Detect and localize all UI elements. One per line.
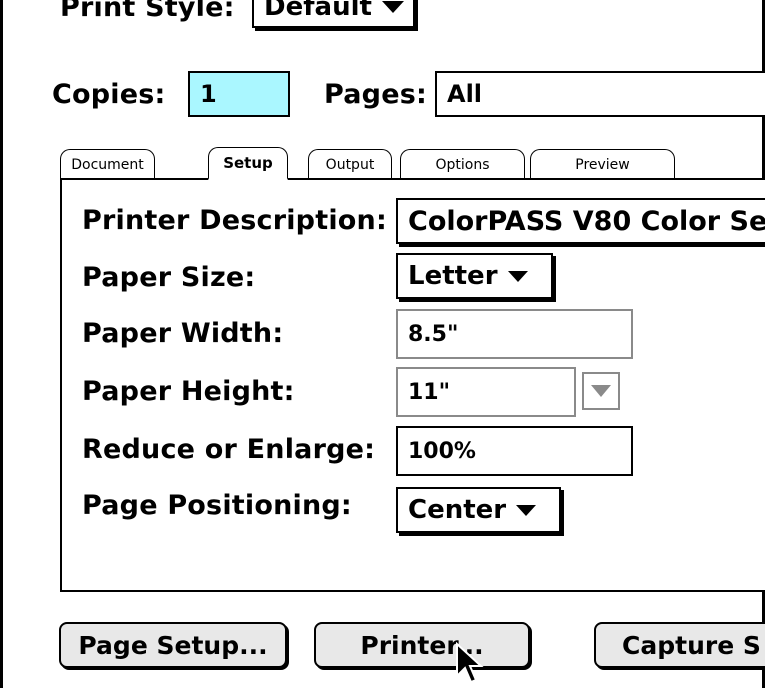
tab-document[interactable]: Document: [60, 149, 155, 180]
chevron-down-icon: [381, 1, 404, 13]
page-setup-button[interactable]: Page Setup...: [59, 622, 287, 668]
print-style-value: Default: [264, 0, 372, 22]
pages-field[interactable]: All: [435, 71, 765, 117]
print-style-popup[interactable]: Default: [252, 0, 415, 28]
paper-height-label: Paper Height:: [82, 376, 295, 407]
copies-label: Copies:: [52, 79, 166, 110]
copies-field[interactable]: 1: [188, 71, 290, 117]
paper-width-label: Paper Width:: [82, 318, 284, 349]
reduce-or-enlarge-label: Reduce or Enlarge:: [82, 434, 376, 465]
page-positioning-popup[interactable]: Center: [396, 487, 561, 533]
printer-description-popup[interactable]: ColorPASS V80 Color Ser: [396, 198, 765, 244]
tab-preview[interactable]: Preview: [530, 149, 675, 180]
chevron-down-icon: [591, 385, 611, 397]
chevron-down-icon: [516, 504, 537, 516]
reduce-or-enlarge-field[interactable]: 100%: [396, 426, 633, 476]
printer-description-label: Printer Description:: [82, 205, 387, 236]
capture-settings-button[interactable]: Capture S: [594, 622, 765, 668]
tab-bar: Document Setup Output Options Preview: [60, 145, 765, 180]
pages-label: Pages:: [324, 79, 427, 110]
window-left-border: [0, 0, 3, 688]
chevron-down-icon: [507, 270, 528, 282]
paper-size-popup[interactable]: Letter: [396, 253, 553, 299]
page-positioning-label: Page Positioning:: [82, 490, 352, 521]
page-positioning-value: Center: [408, 495, 507, 525]
mouse-pointer-icon: [456, 642, 484, 684]
tab-options[interactable]: Options: [400, 149, 525, 180]
paper-height-field[interactable]: 11": [396, 367, 576, 417]
print-style-label: Print Style:: [60, 0, 235, 23]
tab-setup[interactable]: Setup: [208, 147, 288, 180]
paper-width-field[interactable]: 8.5": [396, 309, 633, 359]
paper-size-label: Paper Size:: [82, 262, 256, 293]
tab-output[interactable]: Output: [308, 149, 392, 180]
paper-size-value: Letter: [408, 261, 498, 291]
printer-button[interactable]: Printer...: [314, 622, 530, 668]
paper-height-menu-button[interactable]: [582, 372, 620, 410]
printer-description-value: ColorPASS V80 Color Ser: [408, 205, 765, 237]
